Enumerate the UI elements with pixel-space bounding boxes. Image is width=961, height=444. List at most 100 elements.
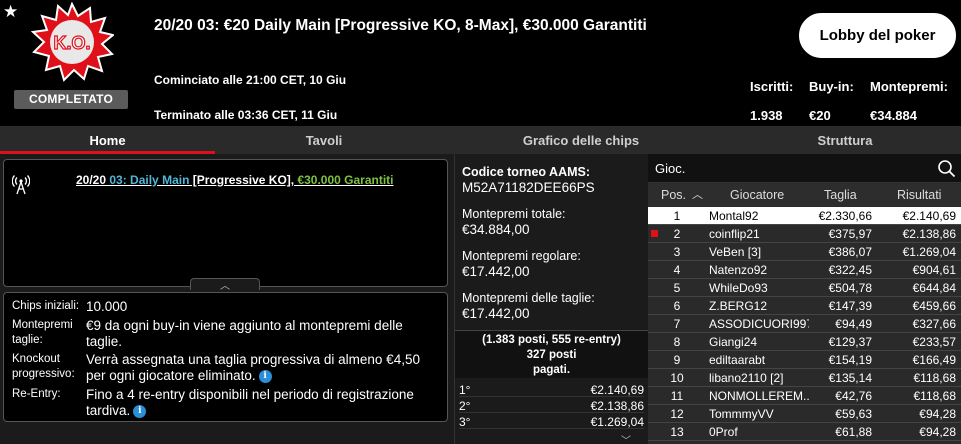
page-title: 20/20 03: €20 Daily Main [Progressive KO… bbox=[154, 17, 647, 34]
detail-value: Verrà assegnata una taglia progressiva d… bbox=[86, 352, 431, 384]
title-event[interactable]: 03: Daily Main bbox=[109, 173, 189, 187]
player-chips: €386,07 bbox=[828, 245, 872, 259]
payout-amount: €2.140,69 bbox=[590, 383, 644, 397]
payout-place: 1° bbox=[459, 383, 471, 397]
players-panel: Gioc. Pos. ︿ Giocatore Taglia Risultati … bbox=[648, 154, 961, 444]
detail-row: Re-Entry: Fino a 4 re-entry disponibili … bbox=[12, 387, 431, 419]
search-icon[interactable] bbox=[937, 159, 956, 178]
player-position: 4 bbox=[673, 263, 681, 277]
table-row[interactable]: 5 WhileDo93 €504,78 €644,84 bbox=[648, 279, 961, 297]
header-pos[interactable]: Pos. bbox=[661, 188, 686, 202]
aams-code: Codice torneo AAMS: M52A71182DEE66PS bbox=[462, 165, 595, 195]
player-prize: €2.138,86 bbox=[902, 227, 956, 241]
player-position: 3 bbox=[673, 245, 681, 259]
info-card-title[interactable]: 20/20 03: Daily Main [Progressive KO], €… bbox=[76, 173, 394, 187]
title-type: [Progressive KO], bbox=[189, 173, 298, 187]
aams-value: M52A71182DEE66PS bbox=[462, 180, 595, 195]
detail-label: Chips iniziali: bbox=[12, 300, 80, 312]
table-row[interactable]: 7 ASSODICUORI997 €94,49 €327,66 bbox=[648, 315, 961, 333]
table-row[interactable]: 11 NONMOLLEREM... €42,76 €118,68 bbox=[648, 387, 961, 405]
table-row[interactable]: 2 coinflip21 €375,97 €2.138,86 bbox=[648, 225, 961, 243]
detail-value: €9 da ogni buy-in viene aggiunto al mont… bbox=[86, 318, 403, 349]
detail-row: Chips iniziali: 10.000 bbox=[12, 299, 431, 315]
seats-line: (1.383 posti, 555 re-entry) bbox=[482, 334, 621, 346]
player-name: Montal92 bbox=[709, 209, 759, 223]
player-chips: €147,39 bbox=[828, 299, 872, 313]
tab-chip-chart[interactable]: Grafico delle chips bbox=[433, 126, 729, 154]
seats-line: pagati. bbox=[532, 364, 571, 376]
player-position: 9 bbox=[673, 353, 681, 367]
payout-row: 1° €2.140,69 bbox=[459, 383, 644, 397]
player-name: WhileDo93 bbox=[709, 281, 768, 295]
tournament-header: ★ K.O. COMPLETATO 20/20 03: €20 Daily Ma… bbox=[0, 0, 961, 126]
table-row[interactable]: 12 TommmyVV €59,63 €94,28 bbox=[648, 405, 961, 423]
table-row[interactable]: 9 ediltaarabt €154,19 €166,49 bbox=[648, 351, 961, 369]
header-chips[interactable]: Taglia bbox=[824, 188, 857, 202]
chevron-up-icon: ︿ bbox=[220, 281, 230, 292]
player-prize: €644,84 bbox=[912, 281, 956, 295]
player-chips: €59,63 bbox=[835, 407, 872, 421]
tab-home[interactable]: Home bbox=[0, 126, 215, 154]
player-name: VeBen [3] bbox=[709, 245, 762, 259]
player-chips: €94,49 bbox=[835, 317, 872, 331]
table-row[interactable]: 13 0Prof €61,88 €94,28 bbox=[648, 423, 961, 441]
player-name: coinflip21 bbox=[709, 227, 760, 241]
info-card: 20/20 03: Daily Main [Progressive KO], €… bbox=[3, 159, 448, 287]
player-chips: €154,19 bbox=[828, 353, 872, 367]
player-name: 0Prof bbox=[709, 425, 738, 439]
tab-tables[interactable]: Tavoli bbox=[215, 126, 433, 154]
player-position: 13 bbox=[670, 425, 684, 439]
sort-asc-icon[interactable]: ︿ bbox=[692, 186, 703, 202]
player-position: 7 bbox=[673, 317, 681, 331]
player-chips: €129,37 bbox=[828, 335, 872, 349]
paid-places-info: (1.383 posti, 555 re-entry) 327 posti pa… bbox=[455, 330, 648, 378]
payout-list[interactable]: 1° €2.140,69 2° €2.138,86 3° €1.269,04 ﹀ bbox=[455, 380, 648, 444]
header-player[interactable]: Giocatore bbox=[730, 188, 784, 202]
player-name: Natenzo92 bbox=[709, 263, 768, 277]
player-position: 5 bbox=[673, 281, 681, 295]
table-row[interactable]: 6 Z.BERG12 €147,39 €459,66 bbox=[648, 297, 961, 315]
info-icon[interactable]: i bbox=[133, 404, 147, 418]
buyin-label: Buy-in: bbox=[809, 79, 854, 94]
table-row[interactable]: 1 Montal92 €2.330,66 €2.140,69 bbox=[648, 207, 961, 225]
payout-place: 2° bbox=[459, 399, 471, 413]
lobby-button[interactable]: Lobby del poker bbox=[799, 13, 956, 58]
player-prize: €327,66 bbox=[912, 317, 956, 331]
table-row[interactable]: 4 Natenzo92 €322,45 €904,61 bbox=[648, 261, 961, 279]
collapse-toggle[interactable]: ︿ bbox=[190, 278, 260, 292]
player-prize: €459,66 bbox=[912, 299, 956, 313]
tournament-details: Chips iniziali: 10.000 Montepremi taglie… bbox=[3, 292, 448, 422]
player-name: NONMOLLEREM... bbox=[709, 389, 809, 403]
player-search[interactable]: Gioc. bbox=[648, 154, 961, 183]
detail-text: Verrà assegnata una taglia progressiva d… bbox=[86, 352, 420, 383]
player-chips: €322,45 bbox=[828, 263, 872, 277]
favorite-star-icon[interactable]: ★ bbox=[3, 2, 18, 22]
bounty-prize-value: €17.442,00 bbox=[462, 306, 530, 321]
table-row[interactable]: 10 libano2110 [2] €135,14 €118,68 bbox=[648, 369, 961, 387]
payout-amount: €1.269,04 bbox=[590, 415, 644, 429]
registered-value: 1.938 bbox=[750, 108, 783, 123]
player-position: 8 bbox=[673, 335, 681, 349]
title-date: 20/20 bbox=[76, 173, 110, 187]
broadcast-icon bbox=[12, 175, 30, 195]
player-chips: €2.330,66 bbox=[818, 209, 872, 223]
regular-prize-label: Montepremi regolare: bbox=[462, 249, 581, 263]
header-prize[interactable]: Risultati bbox=[897, 188, 941, 202]
tab-structure[interactable]: Struttura bbox=[729, 126, 961, 154]
player-name: ediltaarabt bbox=[709, 353, 766, 367]
player-name: ASSODICUORI997 bbox=[709, 317, 809, 331]
seats-line: 327 posti bbox=[526, 349, 577, 361]
player-chips: €504,78 bbox=[828, 281, 872, 295]
chevron-down-icon[interactable]: ﹀ bbox=[621, 432, 631, 444]
player-prize: €94,28 bbox=[919, 425, 956, 439]
player-prize: €904,61 bbox=[912, 263, 956, 277]
player-position: 11 bbox=[670, 389, 684, 403]
player-name: TommmyVV bbox=[709, 407, 774, 421]
table-row[interactable]: 3 VeBen [3] €386,07 €1.269,04 bbox=[648, 243, 961, 261]
regular-prize: Montepremi regolare: €17.442,00 bbox=[462, 249, 581, 279]
table-row[interactable]: 8 Giangi24 €129,37 €233,57 bbox=[648, 333, 961, 351]
payout-amount: €2.138,86 bbox=[590, 399, 644, 413]
detail-row: Montepremi taglie: €9 da ogni buy-in vie… bbox=[12, 318, 431, 350]
info-icon[interactable]: i bbox=[258, 369, 272, 383]
title-guarantee[interactable]: €30.000 Garantiti bbox=[297, 173, 393, 187]
